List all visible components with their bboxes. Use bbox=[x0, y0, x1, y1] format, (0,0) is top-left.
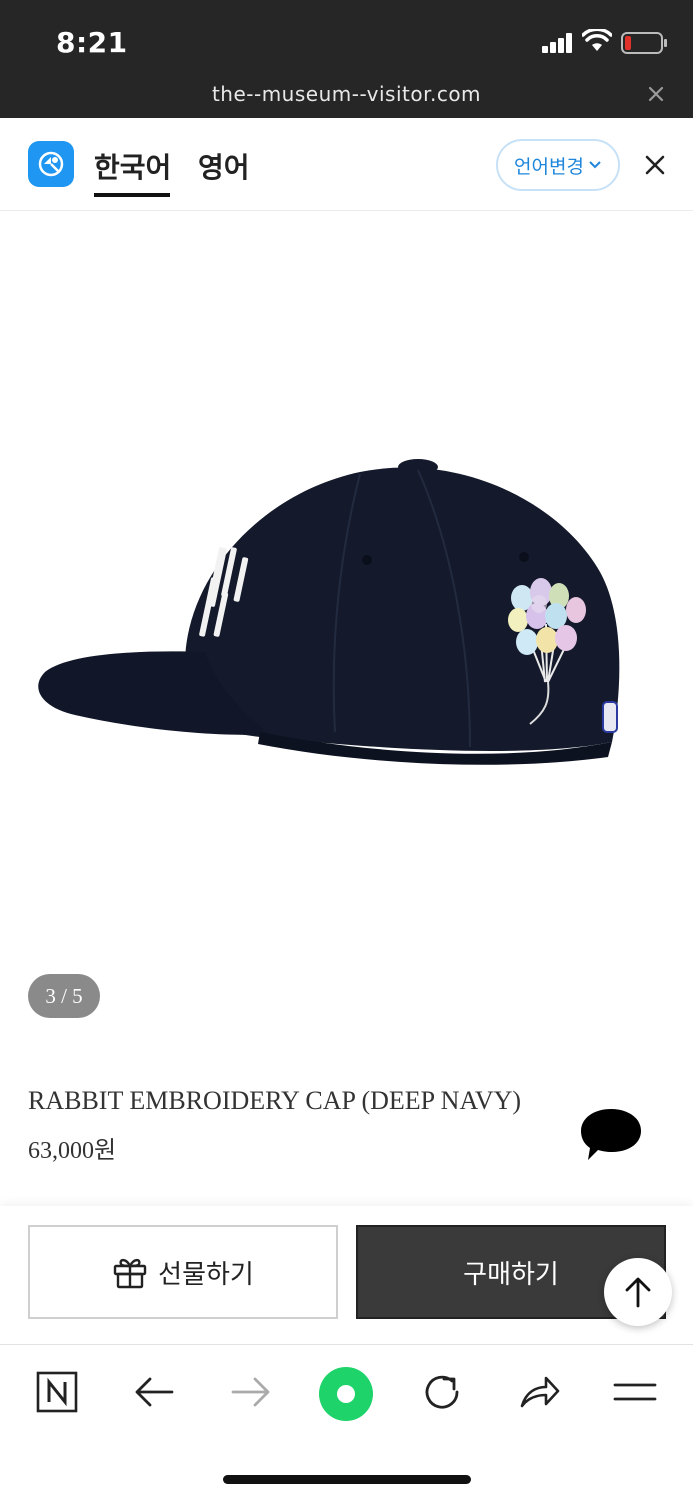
naver-home-icon[interactable] bbox=[34, 1369, 80, 1415]
change-language-button[interactable]: 언어변경 bbox=[496, 139, 620, 191]
tab-english[interactable]: 영어 bbox=[198, 146, 250, 186]
url-text[interactable]: the--museum--visitor.com bbox=[0, 82, 693, 106]
purchase-action-bar: 선물하기 구매하기 bbox=[0, 1206, 693, 1344]
close-translation-icon[interactable] bbox=[643, 153, 667, 177]
gift-button-label: 선물하기 bbox=[158, 1259, 254, 1290]
gift-button[interactable]: 선물하기 bbox=[28, 1225, 338, 1319]
tab-korean[interactable]: 한국어 bbox=[94, 146, 171, 186]
back-arrow-icon[interactable] bbox=[131, 1369, 177, 1415]
change-language-label: 언어변경 bbox=[514, 155, 584, 178]
cap-with-balloons-image bbox=[38, 459, 620, 765]
share-icon[interactable] bbox=[516, 1369, 562, 1415]
gift-icon bbox=[113, 1258, 147, 1289]
translation-bar: 한국어 영어 언어변경 bbox=[0, 118, 693, 211]
low-battery-icon bbox=[621, 32, 667, 54]
reload-icon[interactable] bbox=[419, 1369, 465, 1415]
arrow-up-icon bbox=[625, 1277, 651, 1308]
product-title: RABBIT EMBROIDERY CAP (DEEP NAVY) bbox=[28, 1086, 522, 1115]
forward-arrow-icon[interactable] bbox=[228, 1369, 274, 1415]
menu-icon[interactable] bbox=[612, 1369, 658, 1415]
speech-bubble-icon[interactable] bbox=[578, 1104, 644, 1164]
status-and-url-bar: 8:21 the--museum--visitor.com bbox=[0, 0, 693, 118]
wifi-icon bbox=[582, 29, 612, 51]
translate-app-icon bbox=[28, 141, 74, 187]
product-price: 63,000원 bbox=[28, 1138, 117, 1164]
home-indicator bbox=[223, 1475, 471, 1484]
close-icon[interactable] bbox=[646, 84, 666, 104]
image-pager: 3 / 5 bbox=[28, 974, 100, 1018]
chevron-down-icon bbox=[589, 161, 601, 169]
scroll-to-top-button[interactable] bbox=[604, 1258, 672, 1326]
green-dot-icon[interactable] bbox=[318, 1366, 374, 1422]
product-image[interactable] bbox=[0, 212, 693, 1042]
selected-tab-underline bbox=[94, 193, 170, 197]
buy-button-label: 구매하기 bbox=[463, 1259, 559, 1290]
status-time: 8:21 bbox=[56, 26, 128, 59]
cellular-signal-icon bbox=[542, 33, 574, 53]
